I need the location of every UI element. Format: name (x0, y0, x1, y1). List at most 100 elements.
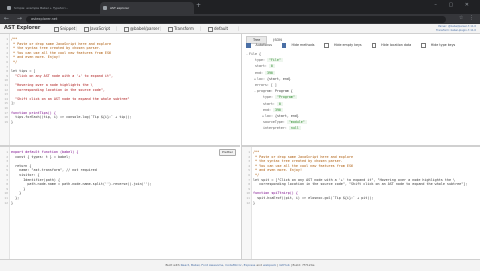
gear-icon (124, 26, 129, 32)
code-line: } (253, 200, 256, 205)
code-line: "Click on any AST node with a '+' to exp… (11, 73, 114, 78)
code-line: spit.hcaErof((pit, i) => elosnoc.gol(`Ti… (253, 196, 374, 200)
browser-tab-label: AST explorer (110, 6, 130, 10)
snippet-menu[interactable]: Snippet (54, 24, 75, 33)
new-tab-button[interactable]: + (196, 2, 201, 9)
ast-key: loc: (265, 114, 273, 119)
ast-key: type: (263, 95, 273, 100)
transform-version: Transform: babel-plugin-7.11.0 (436, 29, 476, 32)
line-number: 2 (6, 154, 8, 159)
footer: Built with React, Babel, Font Awesome, C… (0, 259, 480, 271)
output-editor[interactable]: 1/** 2 * Paste or drop some JavaScript he… (241, 145, 480, 261)
code-line: * and even more. Enjoy! (11, 55, 60, 60)
ast-key: start: (263, 101, 275, 106)
transform-toggle[interactable]: Transform (168, 24, 194, 33)
ast-option-checkbox[interactable]: Hide location data (371, 43, 417, 48)
browser-tab[interactable]: Simple: example Babel + TypeScri... (4, 2, 98, 14)
line-number: 1 (6, 37, 8, 41)
checkbox-icon[interactable] (324, 43, 329, 48)
transform-icon (168, 26, 173, 32)
ast-view-tabs: Tree JSON (246, 36, 288, 44)
expand-toggle-icon[interactable]: + (262, 114, 264, 118)
line-number: 7 (6, 177, 8, 182)
line-number: 19 (4, 119, 8, 124)
line-number: 12 (4, 87, 8, 92)
footer-link[interactable]: Express (244, 263, 256, 267)
footer-link[interactable]: React (181, 263, 189, 267)
app-toolbar: AST Explorer Snippet | JavaScript | @bab… (0, 24, 480, 34)
line-number: 10 (4, 78, 8, 83)
code-line: */ (11, 60, 18, 64)
parser-select[interactable]: @babel/parser (124, 24, 159, 33)
ast-panel: Tree JSON Autofocus Hide methods Hide empty… (241, 34, 480, 145)
ast-node-row[interactable]: interpreter: null (246, 125, 307, 131)
github-link[interactable]: GitHub (279, 263, 289, 267)
line-number: 15 (4, 101, 8, 106)
prettier-button[interactable]: Prettier (218, 149, 236, 156)
footer-link[interactable]: Font Awesome (201, 263, 223, 267)
language-select[interactable]: JavaScript (84, 24, 110, 33)
ast-key: File (249, 52, 257, 56)
code-line: path.node.name = path.node.name.split(''… (11, 182, 152, 187)
source-editor[interactable]: 1/** 2 * Paste or drop some JavaScript he… (0, 34, 240, 145)
line-number: 9 (6, 73, 8, 78)
address-bar-row: ← → ⟳ astexplorer.net ☆ ⋮ (0, 14, 480, 24)
expand-toggle-icon[interactable]: - (254, 89, 256, 93)
transform-editor[interactable]: 1 export default function (babel) {2 cons… (0, 145, 240, 261)
ast-option-checkbox[interactable]: Hide empty keys (324, 43, 366, 48)
line-number: 5 (6, 55, 8, 60)
code-icon (84, 26, 89, 32)
ast-key: loc: (257, 76, 265, 81)
ast-value: "Program" (274, 95, 297, 100)
browser-tab-label: Simple: example Babel + TypeScri... (14, 6, 69, 10)
line-number: 3 (6, 159, 8, 164)
checkbox-icon[interactable] (281, 43, 287, 48)
line-number: 4 (6, 163, 8, 168)
expand-toggle-icon[interactable]: - (246, 52, 248, 56)
ast-option-label: Hide methods (291, 43, 315, 48)
footer-link[interactable]: CodeMirror (225, 263, 242, 267)
browser-tab-strip: Simple: example Babel + TypeScri... AST … (0, 0, 480, 14)
footer-link[interactable]: Babel (191, 263, 199, 267)
line-number: 18 (4, 115, 8, 120)
checkbox-icon[interactable] (246, 43, 251, 48)
line-number: 11 (246, 196, 250, 200)
line-number: 6 (248, 173, 250, 177)
code-line: ]; (11, 101, 16, 106)
url-field[interactable]: astexplorer.net (26, 15, 446, 23)
line-number: 7 (248, 177, 250, 182)
ast-key: end: (255, 70, 263, 75)
line-number: 1 (6, 150, 8, 154)
browser-tab-active[interactable]: AST explorer (100, 2, 194, 14)
line-number: 13 (4, 92, 8, 97)
favicon-icon (103, 6, 107, 10)
checkbox-icon[interactable] (421, 43, 426, 48)
build-info: Build: 7f7124e (292, 263, 315, 267)
ast-option-checkbox[interactable]: Autofocus (246, 43, 277, 48)
line-number: 14 (4, 96, 8, 101)
default-select[interactable]: default (208, 24, 228, 33)
ast-value: null (288, 126, 301, 131)
ast-key: sourceType: (263, 120, 285, 125)
code-line: "Shift click on an AST node to expand th… (11, 96, 130, 101)
ast-key: interpreter: (263, 126, 287, 131)
expand-toggle-icon[interactable]: + (254, 77, 256, 81)
ast-option-checkbox[interactable]: Hide type keys (421, 43, 460, 48)
browser-menu-icons[interactable]: ☆ ⋮ (459, 15, 476, 21)
checkbox-icon[interactable] (371, 43, 377, 48)
ast-option-label: Autofocus (255, 43, 272, 48)
ast-option-checkbox[interactable]: Hide methods (281, 43, 320, 48)
ast-value: 390 (264, 70, 275, 75)
line-number: 7 (6, 64, 8, 69)
line-number: 3 (6, 46, 8, 51)
ast-value: { (258, 52, 261, 56)
line-number: 5 (6, 168, 8, 173)
footer-link[interactable]: webpack (263, 263, 276, 267)
window-controls[interactable]: – ▢ ✕ (434, 2, 474, 8)
line-number: 2 (6, 41, 8, 46)
line-number: 8 (248, 182, 250, 187)
line-number: 8 (6, 69, 8, 74)
code-line: } (11, 200, 14, 205)
ast-key: program: (257, 89, 273, 94)
ast-key: end: (263, 107, 271, 112)
